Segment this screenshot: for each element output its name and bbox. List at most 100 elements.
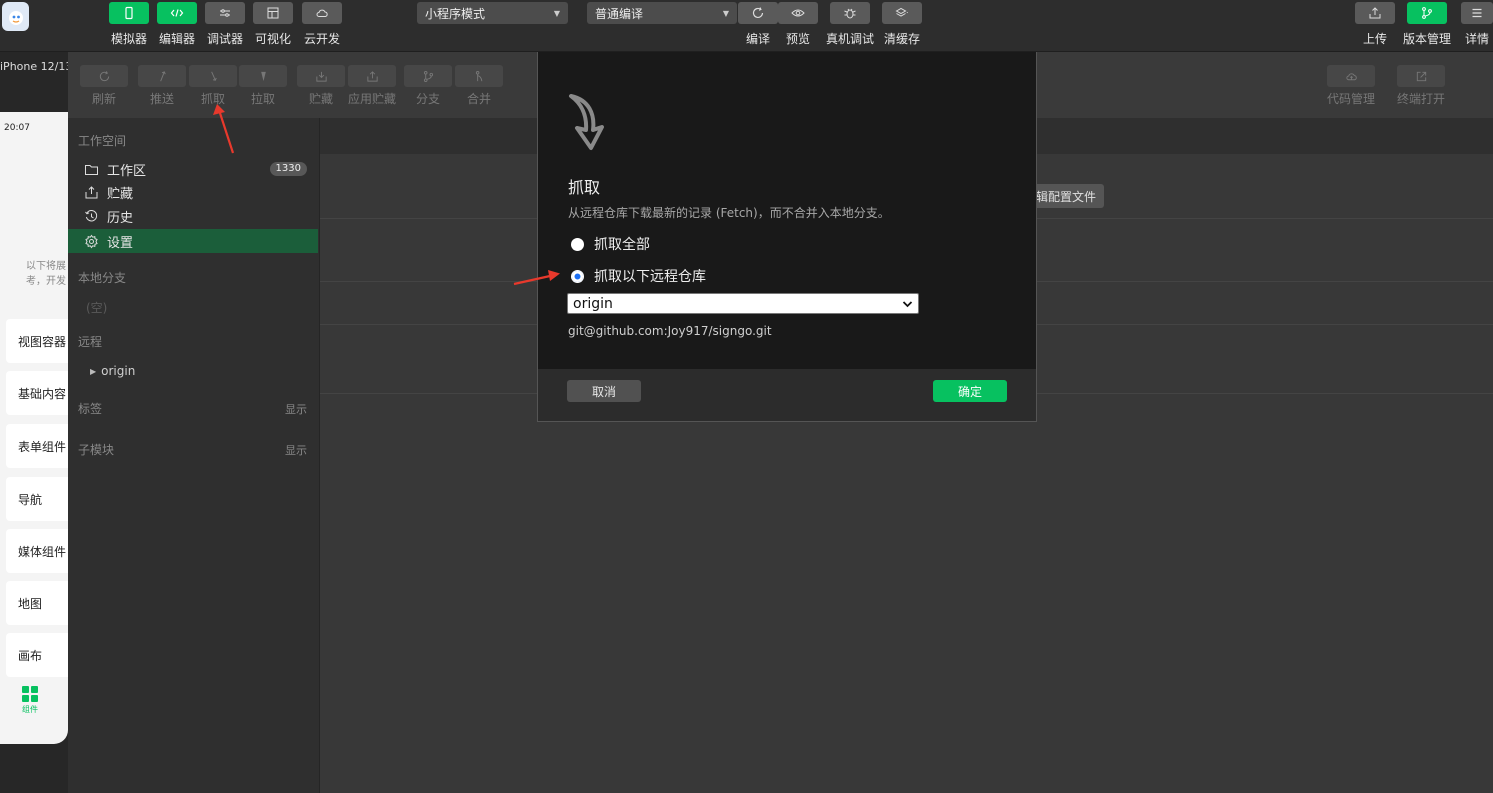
caret-down-icon: ▼ — [553, 8, 560, 18]
layers-icon — [895, 7, 908, 17]
remote-item-origin[interactable]: ▶ origin — [90, 364, 135, 378]
sidebar-item-history[interactable]: 历史 — [68, 204, 318, 228]
avatar-icon — [8, 10, 23, 25]
dialog-description: 从远程仓库下载最新的记录 (Fetch)，而不合并入本地分支。 — [568, 206, 890, 220]
gear-icon — [85, 234, 98, 248]
sidebar-item-settings[interactable]: 设置 — [68, 229, 318, 253]
remote-select[interactable]: origin — [567, 293, 919, 314]
compile-label: 编译 — [745, 32, 770, 46]
vc-stash-label: 贮藏 — [308, 92, 333, 106]
upload-button[interactable]: 上传 — [1355, 2, 1395, 47]
visual-label: 可视化 — [254, 32, 291, 46]
branch-icon — [423, 70, 433, 82]
pull-icon — [260, 71, 266, 81]
submodule-header: 子模块 — [78, 443, 115, 457]
sidebar-item-workspace[interactable]: 工作区 1330 — [68, 157, 318, 181]
tab-components-label: 组件 — [22, 705, 38, 714]
branch-icon — [1422, 7, 1432, 19]
open-terminal-button[interactable]: 终端打开 — [1397, 65, 1445, 107]
cloud-dev-button[interactable]: 云开发 — [302, 2, 342, 47]
stash-icon — [315, 71, 327, 82]
tags-show-link[interactable]: 显示 — [285, 401, 307, 417]
component-card[interactable]: 画布 — [6, 633, 68, 677]
chevron-down-icon — [902, 300, 913, 307]
vc-branch-button[interactable]: 分支 — [404, 65, 452, 107]
details-button[interactable]: 详情 — [1461, 2, 1493, 47]
preview-button[interactable]: 预览 — [778, 2, 818, 47]
caret-down-icon: ▼ — [722, 8, 729, 18]
vc-pull-button[interactable]: 拉取 — [239, 65, 287, 107]
workspace-header: 工作空间 — [78, 134, 127, 148]
cloud-icon — [316, 9, 328, 17]
cloud-dev-label: 云开发 — [303, 32, 340, 46]
submodule-show-link[interactable]: 显示 — [285, 442, 307, 458]
vc-stash-button[interactable]: 贮藏 — [297, 65, 345, 107]
changes-count-badge: 1330 — [269, 162, 307, 176]
sidebar-item-stash[interactable]: 贮藏 — [68, 180, 318, 204]
fetch-selected-label: 抓取以下远程仓库 — [594, 269, 706, 285]
history-icon — [85, 209, 98, 221]
remote-header: 远程 — [78, 335, 103, 349]
remote-debug-button[interactable]: 真机调试 — [826, 2, 874, 47]
visual-button[interactable]: 可视化 — [253, 2, 293, 47]
vc-refresh-button[interactable]: 刷新 — [80, 65, 128, 107]
fetch-arrow-icon — [569, 94, 604, 150]
vc-pull-label: 拉取 — [250, 92, 275, 106]
simulator-panel: iPhone 12/13 20:07 以下将展 考，开发 视图容器 基础内容 表… — [0, 52, 72, 793]
remote-url: git@github.com:Joy917/signgo.git — [568, 324, 772, 338]
compile-button[interactable]: 编译 — [738, 2, 778, 47]
version-control-button[interactable]: 版本管理 — [1403, 2, 1451, 47]
debugger-button[interactable]: 调试器 — [205, 2, 245, 47]
layout-icon — [267, 7, 279, 19]
component-card[interactable]: 媒体组件 — [6, 529, 68, 573]
remote-select-value: origin — [573, 295, 613, 312]
component-card[interactable]: 基础内容 — [6, 371, 68, 415]
preview-label: 预览 — [785, 32, 810, 46]
phone-desc-line1: 以下将展 — [26, 261, 66, 272]
code-management-button[interactable]: 代码管理 — [1327, 65, 1375, 107]
vc-push-button[interactable]: 推送 — [138, 65, 186, 107]
simulator-button[interactable]: 模拟器 — [109, 2, 149, 47]
vc-apply-stash-label: 应用贮藏 — [348, 92, 397, 106]
remote-item-label: origin — [101, 364, 136, 378]
version-control-label: 版本管理 — [1403, 32, 1452, 46]
editor-label: 编辑器 — [158, 32, 195, 46]
vc-branch-label: 分支 — [415, 92, 440, 106]
editor-button[interactable]: 编辑器 — [157, 2, 197, 47]
code-icon — [170, 9, 184, 17]
app-logo — [2, 2, 29, 31]
upload-label: 上传 — [1362, 32, 1387, 46]
radio-checked[interactable] — [571, 269, 584, 283]
mode-select[interactable]: 小程序模式 ▼ — [417, 2, 568, 24]
details-label: 详情 — [1464, 32, 1489, 46]
component-card[interactable]: 表单组件 — [6, 424, 68, 468]
radio-unchecked[interactable] — [571, 237, 584, 251]
compile-select[interactable]: 普通编译 ▼ — [587, 2, 737, 24]
bug-icon — [844, 8, 856, 19]
merge-icon — [475, 70, 482, 81]
vc-apply-stash-button[interactable]: 应用贮藏 — [348, 65, 396, 107]
local-branch-empty: (空) — [86, 301, 108, 315]
vc-push-label: 推送 — [149, 92, 174, 106]
component-card[interactable]: 导航 — [6, 477, 68, 521]
code-management-label: 代码管理 — [1327, 92, 1376, 106]
tab-components[interactable]: 组件 — [22, 686, 38, 715]
apply-stash-icon — [366, 70, 378, 82]
fetch-selected-option[interactable]: 抓取以下远程仓库 — [571, 266, 706, 286]
eye-icon — [791, 9, 805, 17]
folder-icon — [85, 164, 98, 175]
sidebar-item-label: 贮藏 — [107, 186, 134, 202]
cancel-button[interactable]: 取消 — [567, 380, 641, 402]
vc-merge-button[interactable]: 合并 — [455, 65, 503, 107]
cloud-upload-icon — [1345, 72, 1357, 80]
mode-select-value: 小程序模式 — [425, 6, 486, 21]
clear-cache-button[interactable]: 清缓存 — [882, 2, 922, 47]
component-card[interactable]: 地图 — [6, 581, 68, 625]
upload-icon — [1369, 7, 1381, 19]
phone-screen[interactable]: 20:07 以下将展 考，开发 视图容器 基础内容 表单组件 导航 媒体组件 地… — [0, 112, 68, 744]
fetch-all-option[interactable]: 抓取全部 — [571, 234, 650, 254]
sidebar-item-label: 设置 — [107, 235, 134, 251]
component-card[interactable]: 视图容器 — [6, 319, 68, 363]
confirm-button[interactable]: 确定 — [933, 380, 1007, 402]
device-model-label[interactable]: iPhone 12/13 — [0, 60, 72, 73]
